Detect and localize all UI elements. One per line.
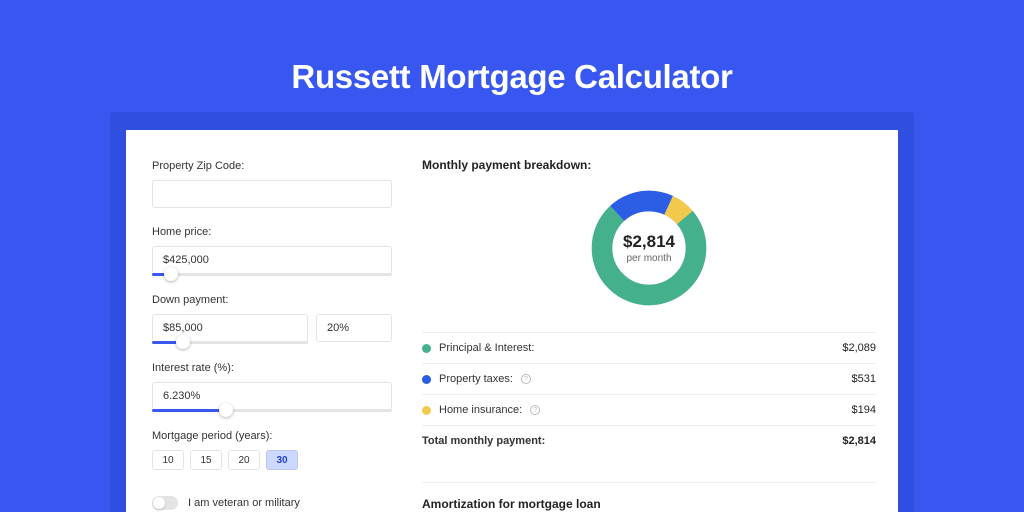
veteran-toggle-knob: [153, 497, 165, 509]
period-block: Mortgage period (years): 10 15 20 30: [152, 430, 392, 470]
donut-wrap: $2,814 per month: [422, 186, 876, 310]
breakdown-column: Monthly payment breakdown: $2,814 per mo…: [422, 158, 876, 512]
interest-slider-fill: [152, 409, 226, 412]
down-payment-slider-thumb[interactable]: [176, 335, 190, 349]
period-option-20[interactable]: 20: [228, 450, 260, 470]
total-row: Total monthly payment: $2,814: [422, 425, 876, 456]
zip-input[interactable]: [152, 180, 392, 208]
down-payment-slider[interactable]: [152, 341, 308, 344]
period-option-15[interactable]: 15: [190, 450, 222, 470]
breakdown-title: Monthly payment breakdown:: [422, 158, 876, 172]
page-title: Russett Mortgage Calculator: [0, 0, 1024, 96]
calculator-panel: Property Zip Code: Home price: Down paym…: [126, 130, 898, 512]
donut-center: $2,814 per month: [587, 186, 711, 310]
amortization-section: Amortization for mortgage loan Amortizat…: [422, 482, 876, 512]
breakdown-row: Principal & Interest: $2,089: [422, 332, 876, 363]
down-payment-block: Down payment:: [152, 294, 392, 344]
zip-block: Property Zip Code:: [152, 160, 392, 208]
info-icon[interactable]: ?: [530, 405, 540, 415]
down-payment-amount-input[interactable]: [152, 314, 308, 342]
period-option-10[interactable]: 10: [152, 450, 184, 470]
down-payment-label: Down payment:: [152, 294, 392, 306]
period-label: Mortgage period (years):: [152, 430, 392, 442]
interest-slider-thumb[interactable]: [219, 403, 233, 417]
breakdown-label: Property taxes:: [439, 373, 513, 385]
breakdown-row: Home insurance:? $194: [422, 394, 876, 425]
breakdown-value: $194: [852, 404, 876, 416]
legend-dot: [422, 344, 431, 353]
form-column: Property Zip Code: Home price: Down paym…: [152, 160, 392, 510]
interest-slider[interactable]: [152, 409, 392, 412]
divider: [422, 482, 876, 483]
zip-label: Property Zip Code:: [152, 160, 392, 172]
total-label: Total monthly payment:: [422, 435, 545, 447]
breakdown-list: Principal & Interest: $2,089 Property taxe…: [422, 332, 876, 425]
total-value: $2,814: [842, 435, 876, 447]
interest-block: Interest rate (%):: [152, 362, 392, 412]
home-price-slider-thumb[interactable]: [164, 267, 178, 281]
period-options: 10 15 20 30: [152, 450, 392, 470]
breakdown-value: $531: [852, 373, 876, 385]
veteran-row: I am veteran or military: [152, 496, 392, 510]
breakdown-row: Property taxes:? $531: [422, 363, 876, 394]
interest-input[interactable]: [152, 382, 392, 410]
breakdown-label: Home insurance:: [439, 404, 522, 416]
donut-sub: per month: [626, 253, 671, 264]
period-option-30[interactable]: 30: [266, 450, 298, 470]
veteran-toggle[interactable]: [152, 496, 178, 510]
payment-donut-chart: $2,814 per month: [587, 186, 711, 310]
down-payment-percent-input[interactable]: [316, 314, 392, 342]
info-icon[interactable]: ?: [521, 374, 531, 384]
legend-dot: [422, 375, 431, 384]
legend-dot: [422, 406, 431, 415]
home-price-block: Home price:: [152, 226, 392, 276]
home-price-label: Home price:: [152, 226, 392, 238]
donut-total: $2,814: [623, 232, 675, 252]
breakdown-value: $2,089: [842, 342, 876, 354]
interest-label: Interest rate (%):: [152, 362, 392, 374]
breakdown-label: Principal & Interest:: [439, 342, 534, 354]
home-price-slider[interactable]: [152, 273, 392, 276]
amortization-title: Amortization for mortgage loan: [422, 497, 876, 511]
home-price-input[interactable]: [152, 246, 392, 274]
veteran-label: I am veteran or military: [188, 497, 300, 509]
